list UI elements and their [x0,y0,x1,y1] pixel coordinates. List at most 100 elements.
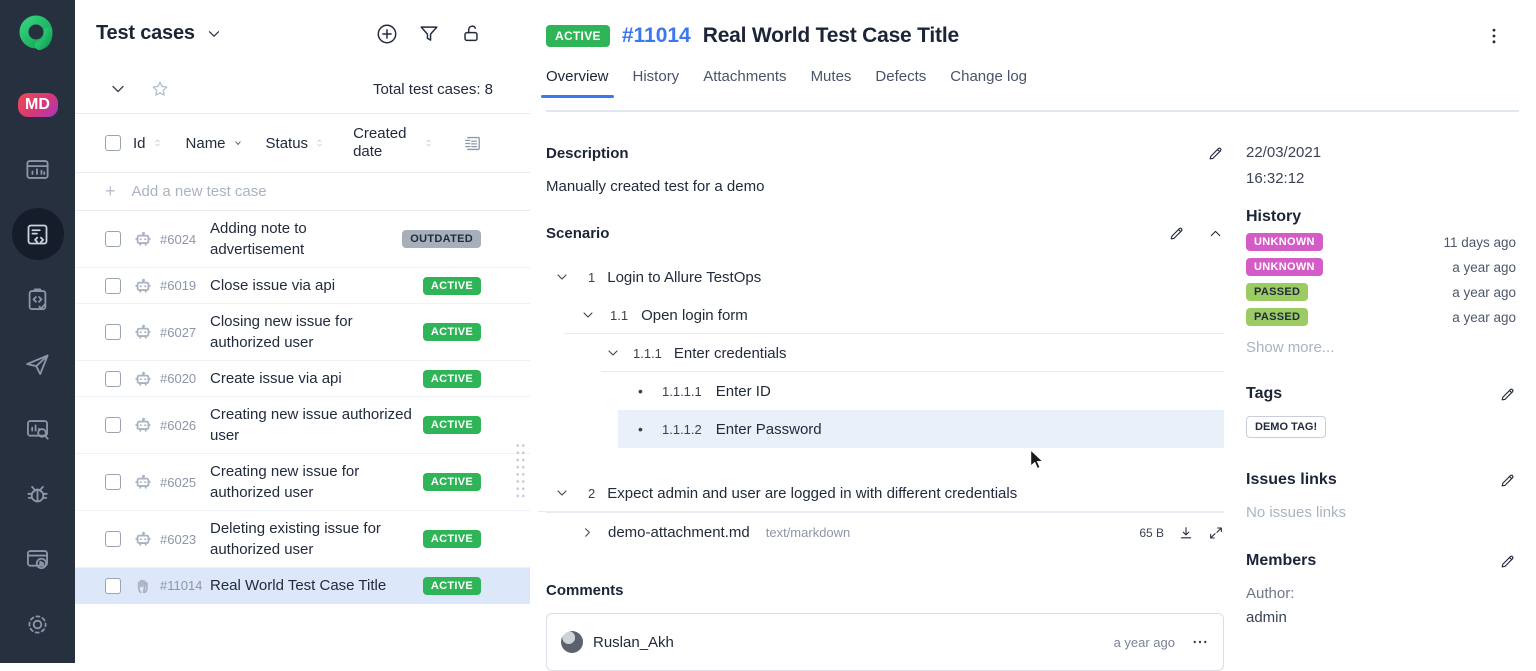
step-text[interactable]: Expect admin and user are logged in with… [607,485,1017,502]
row-checkbox[interactable] [105,531,121,547]
step-text[interactable]: Enter credentials [674,345,787,362]
step-text[interactable]: Enter Password [716,421,822,438]
row-checkbox[interactable] [105,278,121,294]
sort-status-icon[interactable] [314,136,325,150]
edit-scenario-icon[interactable] [1168,225,1185,242]
unlock-icon[interactable] [460,23,482,45]
star-icon[interactable] [150,79,170,99]
chevron-down-icon[interactable] [605,345,621,361]
step-text[interactable]: Open login form [641,307,748,324]
status-badge: ACTIVE [423,416,481,434]
column-name[interactable]: Name [186,135,226,152]
sort-created-icon[interactable] [423,136,434,150]
rail-item-settings[interactable] [12,598,64,650]
scenario-step[interactable]: • 1.1.1.1 Enter ID [546,372,1224,410]
chevron-down-icon[interactable] [205,25,223,43]
select-all-checkbox[interactable] [105,135,121,151]
robot-icon [134,416,152,434]
chevron-down-icon[interactable] [554,485,570,501]
filter-icon[interactable] [418,23,440,45]
table-row[interactable]: #6027 Closing new issue for authorized u… [75,304,530,361]
column-created-date[interactable]: Created date [353,125,417,161]
test-case-name[interactable]: Creating new issue authorized user [210,404,416,446]
panel-actions [376,23,482,45]
edit-tags-icon[interactable] [1499,386,1516,403]
overview-content: Description Manually created test for a … [530,112,1224,663]
panel-resize-handle[interactable] [515,442,526,500]
test-case-name[interactable]: Closing new issue for authorized user [210,311,416,353]
tab-attachments[interactable]: Attachments [703,68,786,98]
add-icon[interactable] [376,23,398,45]
history-item[interactable]: PASSED a year ago [1246,283,1516,301]
allure-logo-icon[interactable] [14,8,62,56]
table-row[interactable]: #6023 Deleting existing issue for author… [75,511,530,568]
table-row[interactable]: #6019 Close issue via api ACTIVE [75,268,530,304]
rail-item-launches[interactable] [12,273,64,325]
history-item[interactable]: UNKNOWN 11 days ago [1246,233,1516,251]
test-case-name[interactable]: Create issue via api [210,368,416,389]
test-case-name[interactable]: Deleting existing issue for authorized u… [210,518,416,560]
tab-defects[interactable]: Defects [875,68,926,98]
commenter-name: Ruslan_Akh [593,634,674,651]
chevron-right-icon[interactable] [580,525,596,540]
tab-change-log[interactable]: Change log [950,68,1027,98]
test-case-name[interactable]: Real World Test Case Title [210,575,416,596]
column-id[interactable]: Id [133,135,146,152]
rail-item-analytics[interactable] [12,403,64,455]
row-checkbox[interactable] [105,417,121,433]
table-row[interactable]: #6026 Creating new issue authorized user… [75,397,530,454]
step-text[interactable]: Login to Allure TestOps [607,269,761,286]
download-icon[interactable] [1178,525,1194,541]
user-avatar[interactable]: MD [18,93,58,117]
panel-title[interactable]: Test cases [96,22,195,45]
scenario-step[interactable]: • 1.1.1 Enter credentials [546,334,1224,372]
fullscreen-icon[interactable] [1208,525,1224,541]
row-checkbox[interactable] [105,324,121,340]
sort-id-icon[interactable] [152,136,163,150]
history-item[interactable]: PASSED a year ago [1246,308,1516,326]
attachment-name[interactable]: demo-attachment.md [608,524,750,541]
show-more-link[interactable]: Show more... [1246,339,1516,356]
rail-item-dashboards[interactable] [12,143,64,195]
rail-item-test-cases[interactable] [12,208,64,260]
rail-item-jobs[interactable] [12,533,64,585]
history-item[interactable]: UNKNOWN a year ago [1246,258,1516,276]
scenario-step[interactable]: • 1.1.1.2 Enter Password [618,410,1224,448]
row-checkbox[interactable] [105,231,121,247]
rail-item-defects[interactable] [12,468,64,520]
status-badge: ACTIVE [423,323,481,341]
scenario-step[interactable]: • 1.1 Open login form [546,296,1224,334]
edit-members-icon[interactable] [1499,553,1516,570]
row-checkbox[interactable] [105,474,121,490]
table-row[interactable]: #6020 Create issue via api ACTIVE [75,361,530,397]
chevron-down-icon[interactable] [554,269,570,285]
collapse-scenario-icon[interactable] [1207,225,1224,242]
tab-overview[interactable]: Overview [546,68,609,98]
step-text[interactable]: Enter ID [716,383,771,400]
collapse-tree-icon[interactable] [108,79,128,99]
scenario-step[interactable]: • 2 Expect admin and user are logged in … [546,474,1224,512]
table-row[interactable]: #6024 Adding note to advertisement OUTDA… [75,211,530,268]
step-number: 1.1.1.2 [662,422,702,437]
scenario-step[interactable]: • 1 Login to Allure TestOps [546,258,1224,296]
test-case-name[interactable]: Creating new issue for authorized user [210,461,416,503]
table-row[interactable]: #6025 Creating new issue for authorized … [75,454,530,511]
row-checkbox[interactable] [105,371,121,387]
row-checkbox[interactable] [105,578,121,594]
kebab-icon[interactable] [1484,26,1504,46]
column-status[interactable]: Status [266,135,309,152]
tab-history[interactable]: History [633,68,680,98]
sort-name-icon[interactable] [232,136,244,150]
comment-menu-icon[interactable] [1191,633,1209,651]
test-case-name[interactable]: Adding note to advertisement [210,218,402,260]
add-new-test-case[interactable]: + Add a new test case [75,173,530,211]
tag-chip[interactable]: DEMO TAG! [1246,416,1326,438]
test-case-name[interactable]: Close issue via api [210,275,416,296]
edit-description-icon[interactable] [1207,145,1224,162]
chevron-down-icon[interactable] [580,307,596,323]
rail-item-upload[interactable] [12,338,64,390]
table-row[interactable]: #11014 Real World Test Case Title ACTIVE [75,568,530,604]
tab-mutes[interactable]: Mutes [811,68,852,98]
column-settings-icon[interactable] [463,134,482,153]
edit-issues-icon[interactable] [1499,472,1516,489]
